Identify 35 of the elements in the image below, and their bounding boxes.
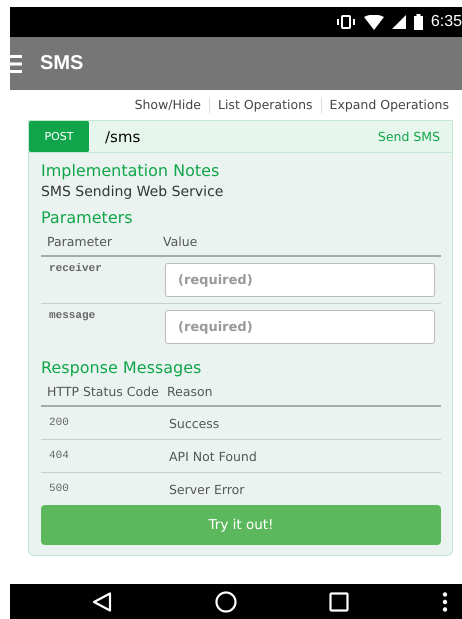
parameter-name: receiver [49, 263, 103, 277]
column-header: Value [163, 234, 198, 249]
section-heading: Implementation Notes [41, 161, 220, 180]
parameter-name: message [49, 310, 96, 324]
status-code: 404 [49, 450, 70, 462]
operation-link[interactable]: List Operations [210, 97, 313, 112]
battery-icon [414, 14, 423, 30]
operation-header[interactable]: POST /sms Send SMS [29, 121, 452, 153]
section-heading: Parameters [41, 208, 134, 227]
recents-icon[interactable] [329, 592, 350, 612]
column-header: Parameter [47, 234, 114, 249]
vibrate-icon [336, 15, 356, 29]
endpoint-path: /sms [105, 128, 142, 146]
status-code: 200 [49, 417, 70, 429]
column-header: HTTP Status Code [47, 384, 160, 399]
operation-link[interactable]: Show/Hide [126, 97, 201, 112]
response-reason: Server Error [169, 482, 246, 496]
section-heading: Response Messages [41, 358, 202, 377]
more-icon[interactable] [442, 592, 448, 612]
column-header: Reason [167, 384, 214, 399]
status-code: 500 [49, 483, 70, 495]
signal-icon [392, 15, 406, 29]
response-reason: Success [169, 416, 220, 430]
home-icon[interactable] [214, 590, 237, 612]
operation-link[interactable]: Expand Operations [322, 97, 449, 112]
wifi-icon [364, 14, 384, 30]
status-time: 6:35 [430, 13, 462, 31]
notes-text: SMS Sending Web Service [41, 184, 224, 200]
input-field[interactable]: (required) [165, 263, 435, 297]
back-icon[interactable] [92, 592, 112, 612]
input-field[interactable]: (required) [165, 310, 435, 344]
method-badge: POST [29, 121, 89, 152]
response-reason: API Not Found [169, 448, 258, 464]
app-title: SMS [40, 52, 84, 75]
menu-icon[interactable] [10, 54, 22, 74]
